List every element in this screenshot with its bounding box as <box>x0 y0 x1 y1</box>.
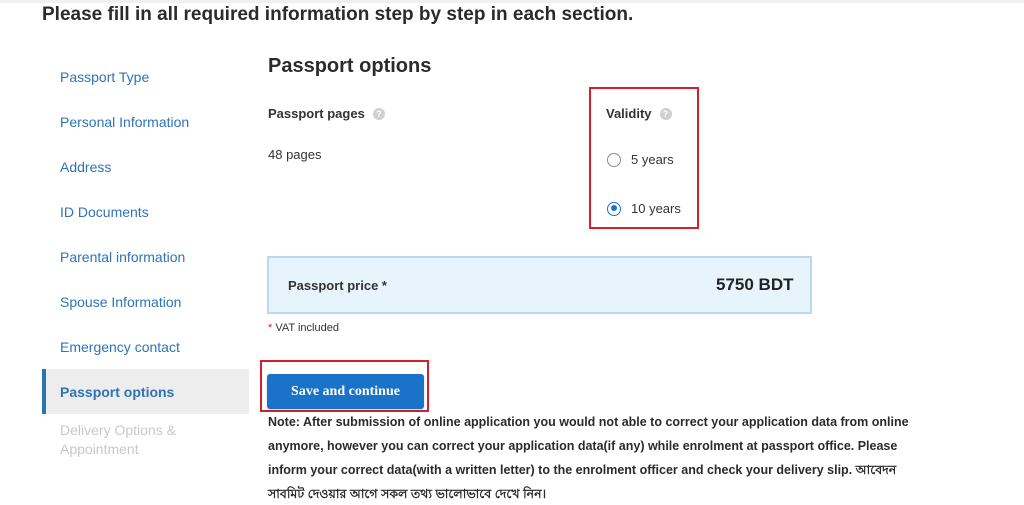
radio-label: 5 years <box>631 152 674 167</box>
page-heading: Please fill in all required information … <box>42 4 634 25</box>
radio-button-selected[interactable] <box>607 201 621 216</box>
sidebar-item-passport-options[interactable]: Passport options <box>42 369 249 414</box>
validity-option-5-years[interactable]: 5 years <box>607 152 674 167</box>
validity-label-text: Validity <box>606 106 652 121</box>
top-divider <box>0 0 1024 3</box>
passport-pages-label-text: Passport pages <box>268 106 365 121</box>
section-title: Passport options <box>268 55 432 77</box>
sidebar-item-address[interactable]: Address <box>42 144 249 189</box>
validity-option-10-years[interactable]: 10 years <box>607 201 681 216</box>
passport-pages-label: Passport pages ? <box>268 106 385 121</box>
vat-note: * VAT included <box>268 322 339 334</box>
sidebar-item-spouse-information[interactable]: Spouse Information <box>42 279 249 324</box>
vat-note-text: VAT included <box>272 322 339 334</box>
question-icon[interactable]: ? <box>659 107 672 120</box>
radio-label: 10 years <box>631 201 681 216</box>
passport-price-value: 5750 BDT <box>716 275 794 294</box>
question-icon[interactable]: ? <box>372 107 385 120</box>
save-and-continue-button[interactable]: Save and continue <box>267 374 424 409</box>
submission-note: Note: After submission of online applica… <box>268 415 909 501</box>
sidebar-item-parental-information[interactable]: Parental information <box>42 234 249 279</box>
validity-label: Validity ? <box>606 106 672 121</box>
passport-price-label: Passport price * <box>288 278 387 293</box>
sidebar-item-emergency-contact[interactable]: Emergency contact <box>42 324 249 369</box>
sidebar-item-personal-information[interactable]: Personal Information <box>42 99 249 144</box>
sidebar-item-id-documents[interactable]: ID Documents <box>42 189 249 234</box>
passport-application-page: Please fill in all required information … <box>0 0 1024 505</box>
sidebar-item-delivery-options: Delivery Options & Appointment <box>60 422 176 457</box>
passport-pages-value: 48 pages <box>268 147 322 162</box>
sidebar-item-passport-type[interactable]: Passport Type <box>42 54 249 99</box>
radio-button[interactable] <box>607 152 621 167</box>
